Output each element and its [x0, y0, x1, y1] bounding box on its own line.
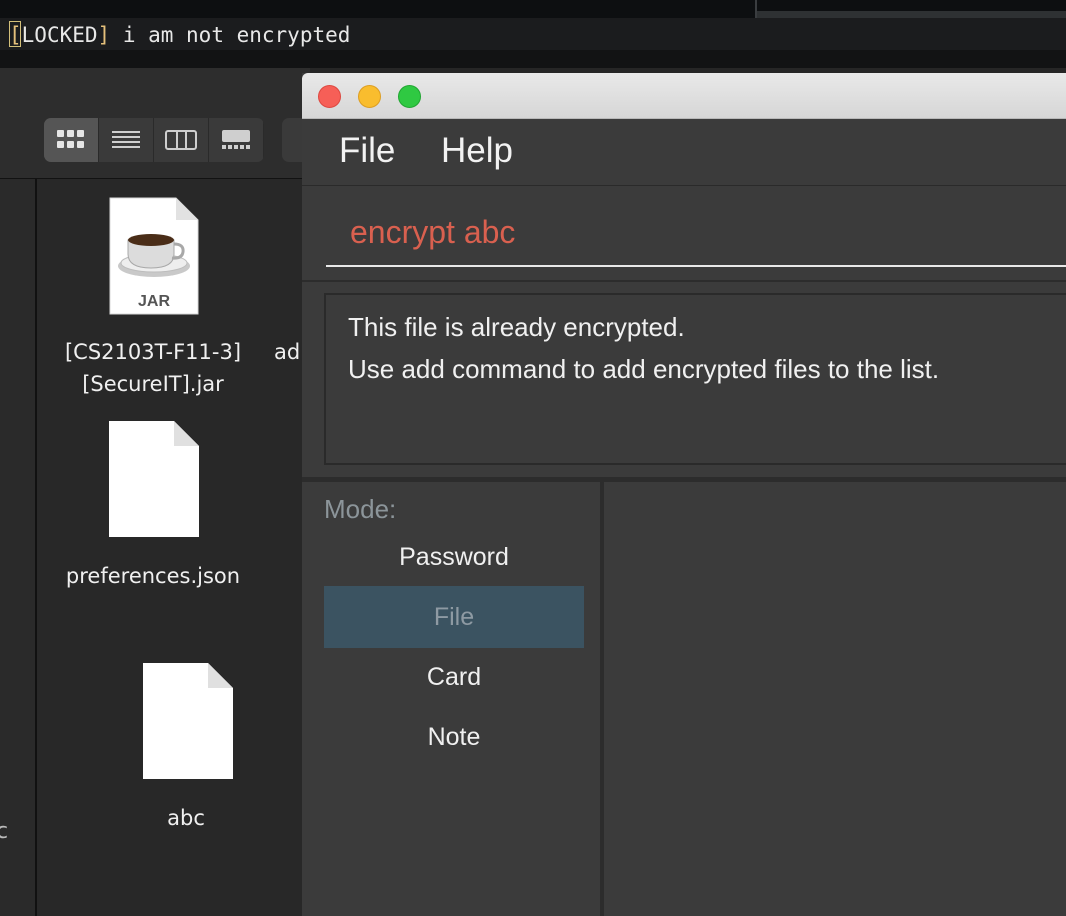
command-input[interactable]: encrypt abc [350, 214, 515, 251]
file-label-jar[interactable]: [CS2103T-F11-3] [SecureIT].jar [48, 336, 258, 400]
gallery-view-button[interactable] [209, 118, 264, 162]
terminal-tab[interactable] [757, 11, 1066, 18]
terminal-cursor [9, 21, 21, 47]
mode-item-note[interactable]: Note [324, 706, 584, 768]
finder-sidebar: c [0, 179, 37, 916]
gallery-view-icon [222, 130, 250, 149]
maximize-button[interactable] [398, 85, 421, 108]
result-line-2: Use add command to add encrypted files t… [348, 354, 940, 384]
file-name-line2: [SecureIT].jar [82, 372, 224, 396]
column-view-button[interactable] [154, 118, 209, 162]
list-view-icon [112, 131, 140, 148]
result-line-1: This file is already encrypted. [348, 312, 685, 342]
jar-file-icon[interactable]: JAR [108, 196, 200, 316]
close-button[interactable] [318, 85, 341, 108]
mode-item-password[interactable]: Password [324, 526, 584, 588]
command-box: encrypt abc [302, 186, 1066, 282]
file-label-preferences[interactable]: preferences.json [48, 560, 258, 592]
partial-file-label[interactable]: ad [274, 336, 300, 368]
terminal-tab-strip [0, 0, 1066, 18]
menu-help[interactable]: Help [441, 131, 513, 171]
sidebar-partial-text: c [0, 819, 9, 844]
secureit-app-window: File Help encrypt abc This file is alrea… [302, 73, 1066, 916]
bracket-close: ] [97, 23, 111, 47]
document-icon[interactable] [142, 662, 234, 780]
minimize-button[interactable] [358, 85, 381, 108]
file-label-abc[interactable]: abc [136, 802, 236, 834]
menu-bar: File Help [302, 119, 1066, 186]
finder-toolbar [0, 68, 310, 179]
document-icon[interactable] [108, 420, 200, 538]
mode-panel: Mode: Password File Card Note [302, 482, 604, 916]
icon-view-button[interactable] [44, 118, 99, 162]
title-bar[interactable] [302, 73, 1066, 119]
mode-title: Mode: [324, 494, 397, 524]
file-name-line1: [CS2103T-F11-3] [64, 340, 242, 364]
mode-item-file[interactable]: File [324, 586, 584, 648]
terminal-message: i am not encrypted [110, 23, 351, 47]
mode-item-card[interactable]: Card [324, 646, 584, 708]
locked-tag: LOCKED [21, 23, 98, 47]
column-view-icon [165, 130, 197, 150]
jar-icon-label: JAR [138, 293, 170, 310]
icon-view-icon [57, 130, 84, 148]
terminal-text: [LOCKED] i am not encrypted [9, 21, 350, 49]
menu-file[interactable]: File [339, 131, 395, 171]
result-display: This file is already encrypted. Use add … [324, 293, 1066, 465]
list-view-button[interactable] [99, 118, 154, 162]
view-mode-segmented-control [44, 118, 264, 162]
terminal-gap [0, 50, 1066, 68]
command-input-underline [326, 265, 1066, 267]
list-panel [604, 482, 1066, 916]
